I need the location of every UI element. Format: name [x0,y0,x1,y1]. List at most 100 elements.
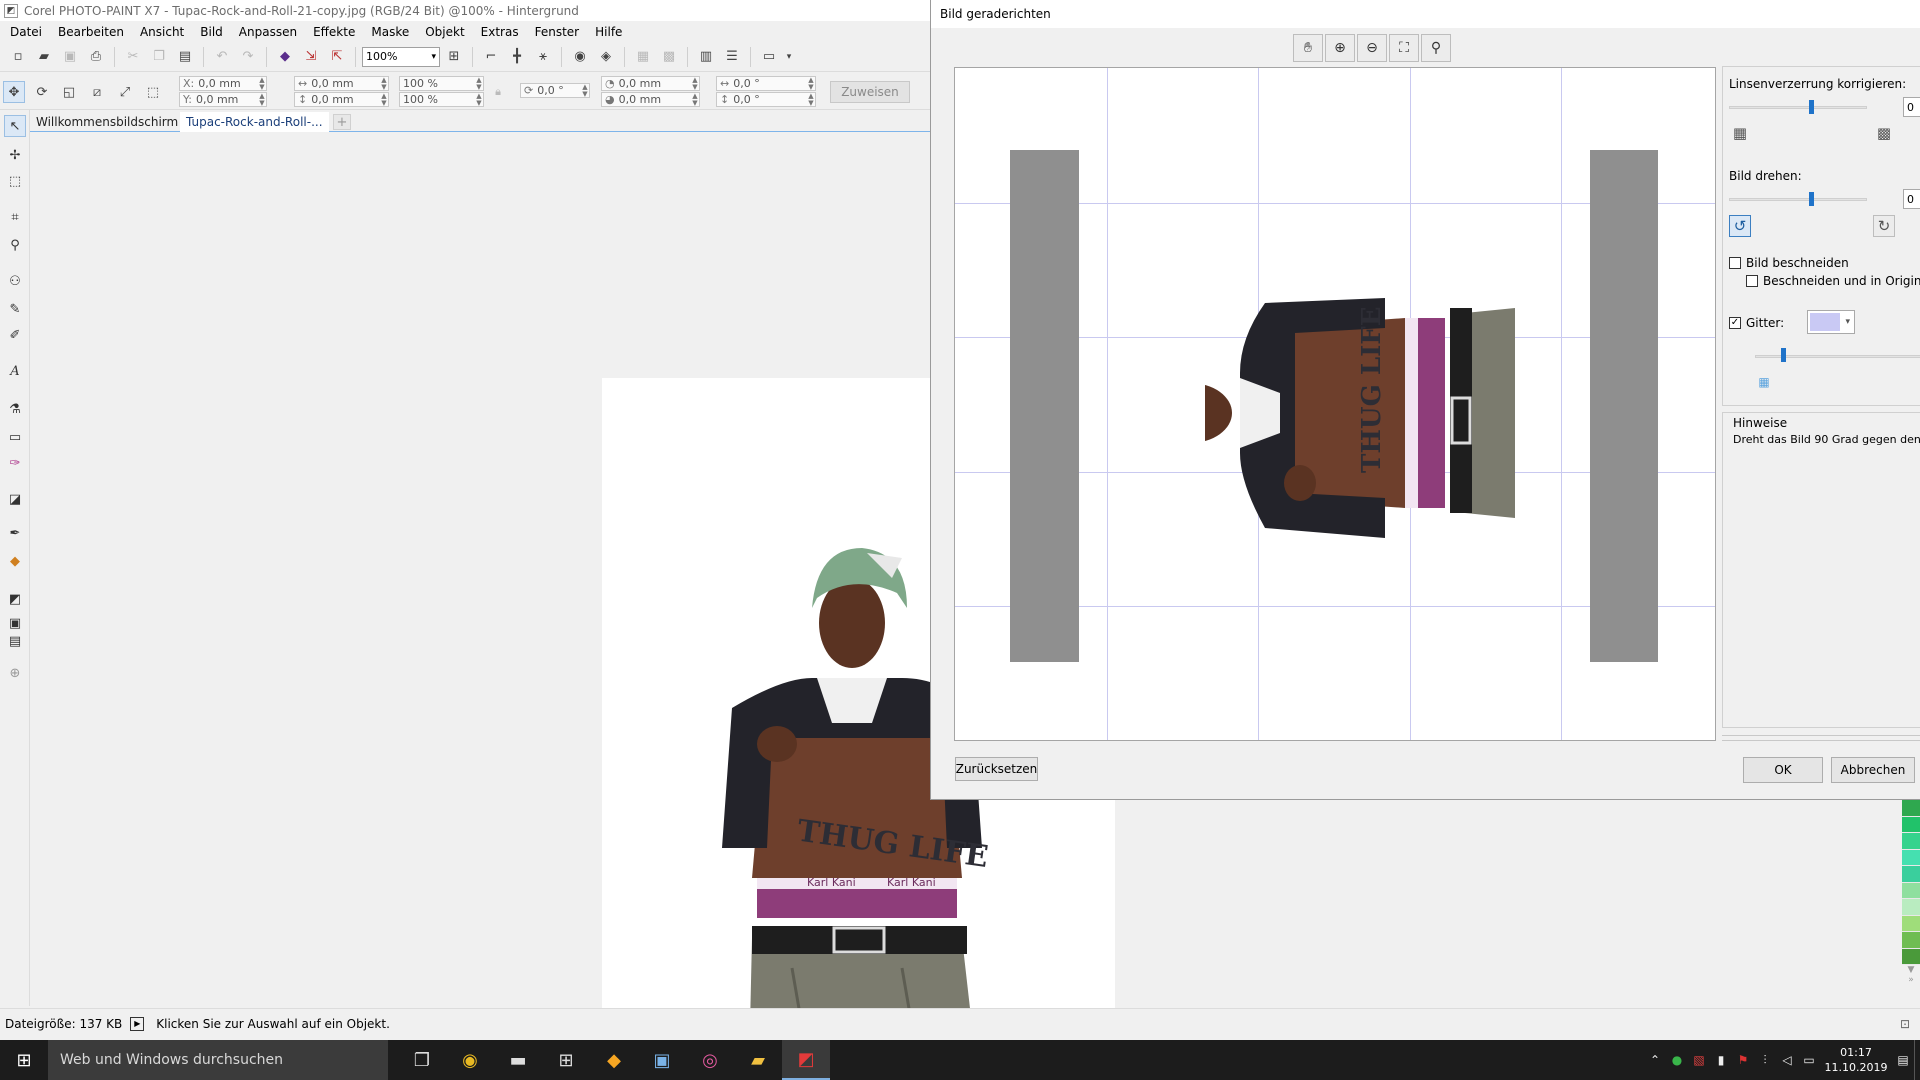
lens-distortion-slider[interactable] [1809,100,1814,114]
grid-size-track[interactable] [1755,355,1920,358]
rotate-image-slider[interactable] [1809,192,1814,206]
menu-ansicht[interactable]: Ansicht [132,25,192,39]
spinner-arrows-icon[interactable]: ▲ ▼ [475,92,483,107]
corel-photopaint-task-icon[interactable]: ◩ [782,1040,830,1080]
rectangle-tool-icon[interactable]: ▭ [4,426,26,448]
zoom-tool-icon[interactable]: ⚲ [4,234,26,256]
grid-checkbox[interactable]: ✓ [1729,317,1741,329]
palette-swatch[interactable] [1902,866,1920,883]
menu-bearbeiten[interactable]: Bearbeiten [50,25,132,39]
lens-distortion-value-field[interactable]: 0 [1903,97,1920,117]
menu-hilfe[interactable]: Hilfe [587,25,630,39]
clone-tool-icon[interactable]: ✎ [4,298,26,320]
taskbar-search-box[interactable]: Web und Windows durchsuchen [48,1040,388,1080]
skew-horizontal-field[interactable]: ↔ 0,0 ° ▲ ▼ [716,76,816,91]
paste-icon[interactable]: ▤ [173,45,197,69]
crop-original-size-checkbox[interactable] [1746,275,1758,287]
gaming-app-icon[interactable]: ◆ [590,1040,638,1080]
options-list-icon[interactable]: ☰ [720,45,744,69]
object-lock-icon[interactable]: ▩ [657,45,681,69]
lens-distortion-track[interactable] [1729,106,1867,109]
scale-width-field[interactable]: 100 % ▲ ▼ [399,76,484,91]
mask-marquee-icon[interactable]: ◉ [568,45,592,69]
palette-swatch[interactable] [1902,800,1920,817]
snap-icon[interactable]: ⚹ [531,45,555,69]
add-tab-icon[interactable]: + [333,114,351,130]
spinner-arrows-icon[interactable]: ▲ ▼ [807,76,815,91]
object-merge-icon[interactable]: ▦ [631,45,655,69]
paint-tool-icon[interactable]: ✑ [4,452,26,474]
barrel-grid-icon[interactable]: ▦ [1729,122,1751,144]
play-icon[interactable]: ▶ [130,1016,145,1031]
spinner-arrows-icon[interactable]: ▲ ▼ [807,92,815,107]
network-warning-icon[interactable]: ▧ [1688,1040,1710,1080]
windows-logo-icon[interactable]: ⊞ [0,1040,48,1080]
spinner-arrows-icon[interactable]: ▲ ▼ [380,92,388,107]
background-color-icon[interactable]: ▤ [4,630,26,652]
undo-icon[interactable]: ↶ [210,45,234,69]
spinner-arrows-icon[interactable]: ▲ ▼ [581,83,589,98]
save-icon[interactable]: ▣ [58,45,82,69]
spinner-arrows-icon[interactable]: ▲ ▼ [691,76,699,91]
palette-swatch[interactable] [1902,899,1920,916]
photo-viewer-icon[interactable]: ▣ [638,1040,686,1080]
palette-swatch[interactable] [1902,833,1920,850]
zoom-100-icon[interactable]: ⚲ [1421,34,1451,62]
store-icon[interactable]: ⊞ [542,1040,590,1080]
spinner-arrows-icon[interactable]: ▲ ▼ [691,92,699,107]
cut-icon[interactable]: ✂ [121,45,145,69]
guidelines-icon[interactable]: ╋ [505,45,529,69]
rotate-image-value-field[interactable]: 0 [1903,189,1920,209]
perspective-transform-icon[interactable]: ⬚ [142,81,164,103]
status-settings-icon[interactable]: ⊡ [1900,1017,1910,1031]
tab-welcome-screen[interactable]: Willkommensbildschirm [30,112,184,132]
position-x-field[interactable]: X: 0,0 mm ▲ ▼ [179,76,267,91]
rotate-transform-icon[interactable]: ⟳ [31,81,53,103]
menu-extras[interactable]: Extras [473,25,527,39]
lock-ratio-icon[interactable]: 🔒︎ [487,81,509,103]
rotate-right-icon[interactable]: ↻ [1873,215,1895,237]
eyedropper-tool-icon[interactable]: ✒ [4,522,26,544]
effect-tool-icon[interactable]: ⚗ [4,398,26,420]
ok-button[interactable]: OK [1743,757,1823,783]
zoom-out-icon[interactable]: ⊖ [1357,34,1387,62]
menu-objekt[interactable]: Objekt [417,25,472,39]
print-icon[interactable]: ⎙ [84,45,108,69]
zoom-in-icon[interactable]: ⊕ [1325,34,1355,62]
spinner-arrows-icon[interactable]: ▲ ▼ [380,76,388,91]
width-field[interactable]: ↔ 0,0 mm ▲ ▼ [294,76,389,91]
security-shield-icon[interactable]: ● [1666,1040,1688,1080]
spinner-arrows-icon[interactable]: ▲ ▼ [258,76,266,91]
drop-shadow-tool-icon[interactable]: ◪ [4,488,26,510]
crop-tool-icon[interactable]: ⌗ [4,206,26,228]
notifications-icon[interactable]: ▭ [1798,1040,1820,1080]
move-transform-icon[interactable]: ✥ [3,81,25,103]
skew-transform-icon[interactable]: ⧄ [86,81,108,103]
scale-height-field[interactable]: 100 % ▲ ▼ [399,92,484,107]
image-info-icon[interactable]: ▥ [694,45,718,69]
skew-vertical-field[interactable]: ↕ 0,0 ° ▲ ▼ [716,92,816,107]
spinner-arrows-icon[interactable]: ▲ ▼ [258,92,266,107]
volume-icon[interactable]: ◁ [1776,1040,1798,1080]
grid-color-picker[interactable]: ▾ [1807,310,1855,334]
palette-swatch[interactable] [1902,849,1920,866]
distort-transform-icon[interactable]: ⤢ [114,81,136,103]
new-file-icon[interactable]: ▫ [6,45,30,69]
center-x-field[interactable]: ◔ 0,0 mm ▲ ▼ [601,76,700,91]
action-center-icon[interactable]: ▤ [1892,1040,1914,1080]
add-tool-icon[interactable]: ⊕ [4,662,26,684]
brush-tool-icon[interactable]: ✐ [4,324,26,346]
tab-tupac-document[interactable]: Tupac-Rock-and-Roll-... [180,112,329,132]
straighten-preview[interactable]: THUG LIFE [954,67,1716,741]
zoom-fit-icon[interactable]: ⛶ [1389,34,1419,62]
menu-maske[interactable]: Maske [363,25,417,39]
rulers-icon[interactable]: ⌐ [479,45,503,69]
reset-button[interactable]: Zurücksetzen [955,757,1038,781]
spinner-arrows-icon[interactable]: ▲ ▼ [475,76,483,91]
center-y-field[interactable]: ◕ 0,0 mm ▲ ▼ [601,92,700,107]
menu-datei[interactable]: Datei [2,25,50,39]
wifi-signal-icon[interactable]: ⫶ [1754,1040,1776,1080]
pick-tool-icon[interactable]: ↖ [4,115,26,137]
color-swatches-icon[interactable]: ◩ [4,588,26,610]
copy-icon[interactable]: ❐ [147,45,171,69]
